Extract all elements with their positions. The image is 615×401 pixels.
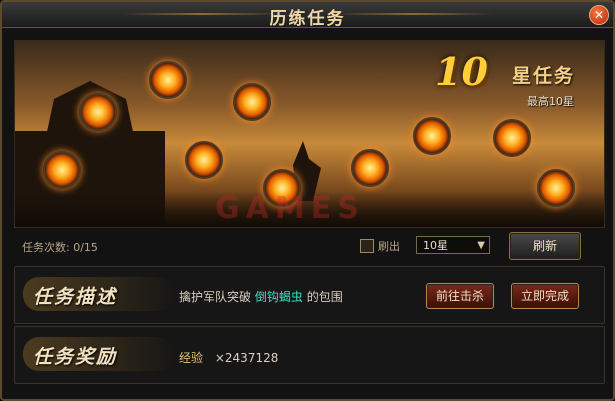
star-flame-icon[interactable] [413, 117, 451, 155]
reward-line: 经验 ×2437128 [179, 349, 278, 366]
task-window: 历练任务 ✕ 10 星任务 最高10星 GAMES 任务次数: 0/15 刷出 … [0, 0, 615, 401]
task-count-label: 任务次数: [22, 241, 70, 254]
battle-banner: 10 星任务 最高10星 GAMES [14, 40, 605, 228]
task-description-section: 任务描述 擒护军队突破 倒钩蝎虫 的包围 前往击杀 立即完成 [14, 266, 605, 324]
refresh-checkbox[interactable] [360, 239, 374, 253]
task-description-text: 擒护军队突破 倒钩蝎虫 的包围 [179, 288, 343, 305]
task-reward-section: 任务奖励 经验 ×2437128 [14, 326, 605, 384]
reward-item: 经验 [179, 351, 204, 365]
star-task-label: 星任务 [512, 65, 576, 87]
star-flame-icon[interactable] [185, 141, 223, 179]
star-level-number: 10 [435, 49, 488, 94]
star-level-select-value: 10星 [423, 239, 448, 252]
watermark: GAMES [215, 191, 365, 226]
target-monster-link[interactable]: 倒钩蝎虫 [255, 290, 303, 304]
task-description-title: 任务描述 [33, 286, 118, 308]
task-count: 任务次数: 0/15 [22, 239, 98, 255]
star-flame-icon[interactable] [351, 149, 389, 187]
star-level-select[interactable]: 10星 ▼ [416, 236, 490, 254]
star-flame-icon[interactable] [149, 61, 187, 99]
close-icon[interactable]: ✕ [589, 5, 609, 25]
star-flame-icon[interactable] [233, 83, 271, 121]
star-flame-icon[interactable] [43, 151, 81, 189]
description-before: 擒护军队突破 [179, 290, 252, 304]
task-count-value: 0/15 [73, 241, 98, 254]
star-flame-icon[interactable] [493, 119, 531, 157]
complete-now-button[interactable]: 立即完成 [511, 283, 579, 309]
chevron-down-icon: ▼ [477, 240, 485, 251]
title-bar: 历练任务 ✕ [2, 2, 613, 29]
refresh-button[interactable]: 刷新 [509, 232, 581, 260]
refresh-checkbox-label: 刷出 [378, 240, 400, 253]
section-title-plate: 任务描述 [23, 277, 173, 311]
star-flame-icon[interactable] [537, 169, 575, 207]
task-reward-title: 任务奖励 [33, 346, 118, 368]
star-flame-icon[interactable] [79, 93, 117, 131]
window-title: 历练任务 [269, 9, 346, 29]
task-controls: 任务次数: 0/15 刷出 10星 ▼ 刷新 [2, 230, 613, 264]
description-after: 的包围 [306, 290, 343, 304]
go-kill-button[interactable]: 前往击杀 [426, 283, 494, 309]
section-title-plate: 任务奖励 [23, 337, 173, 371]
max-star-label: 最高10星 [527, 95, 574, 108]
reward-amount: ×2437128 [214, 351, 279, 365]
